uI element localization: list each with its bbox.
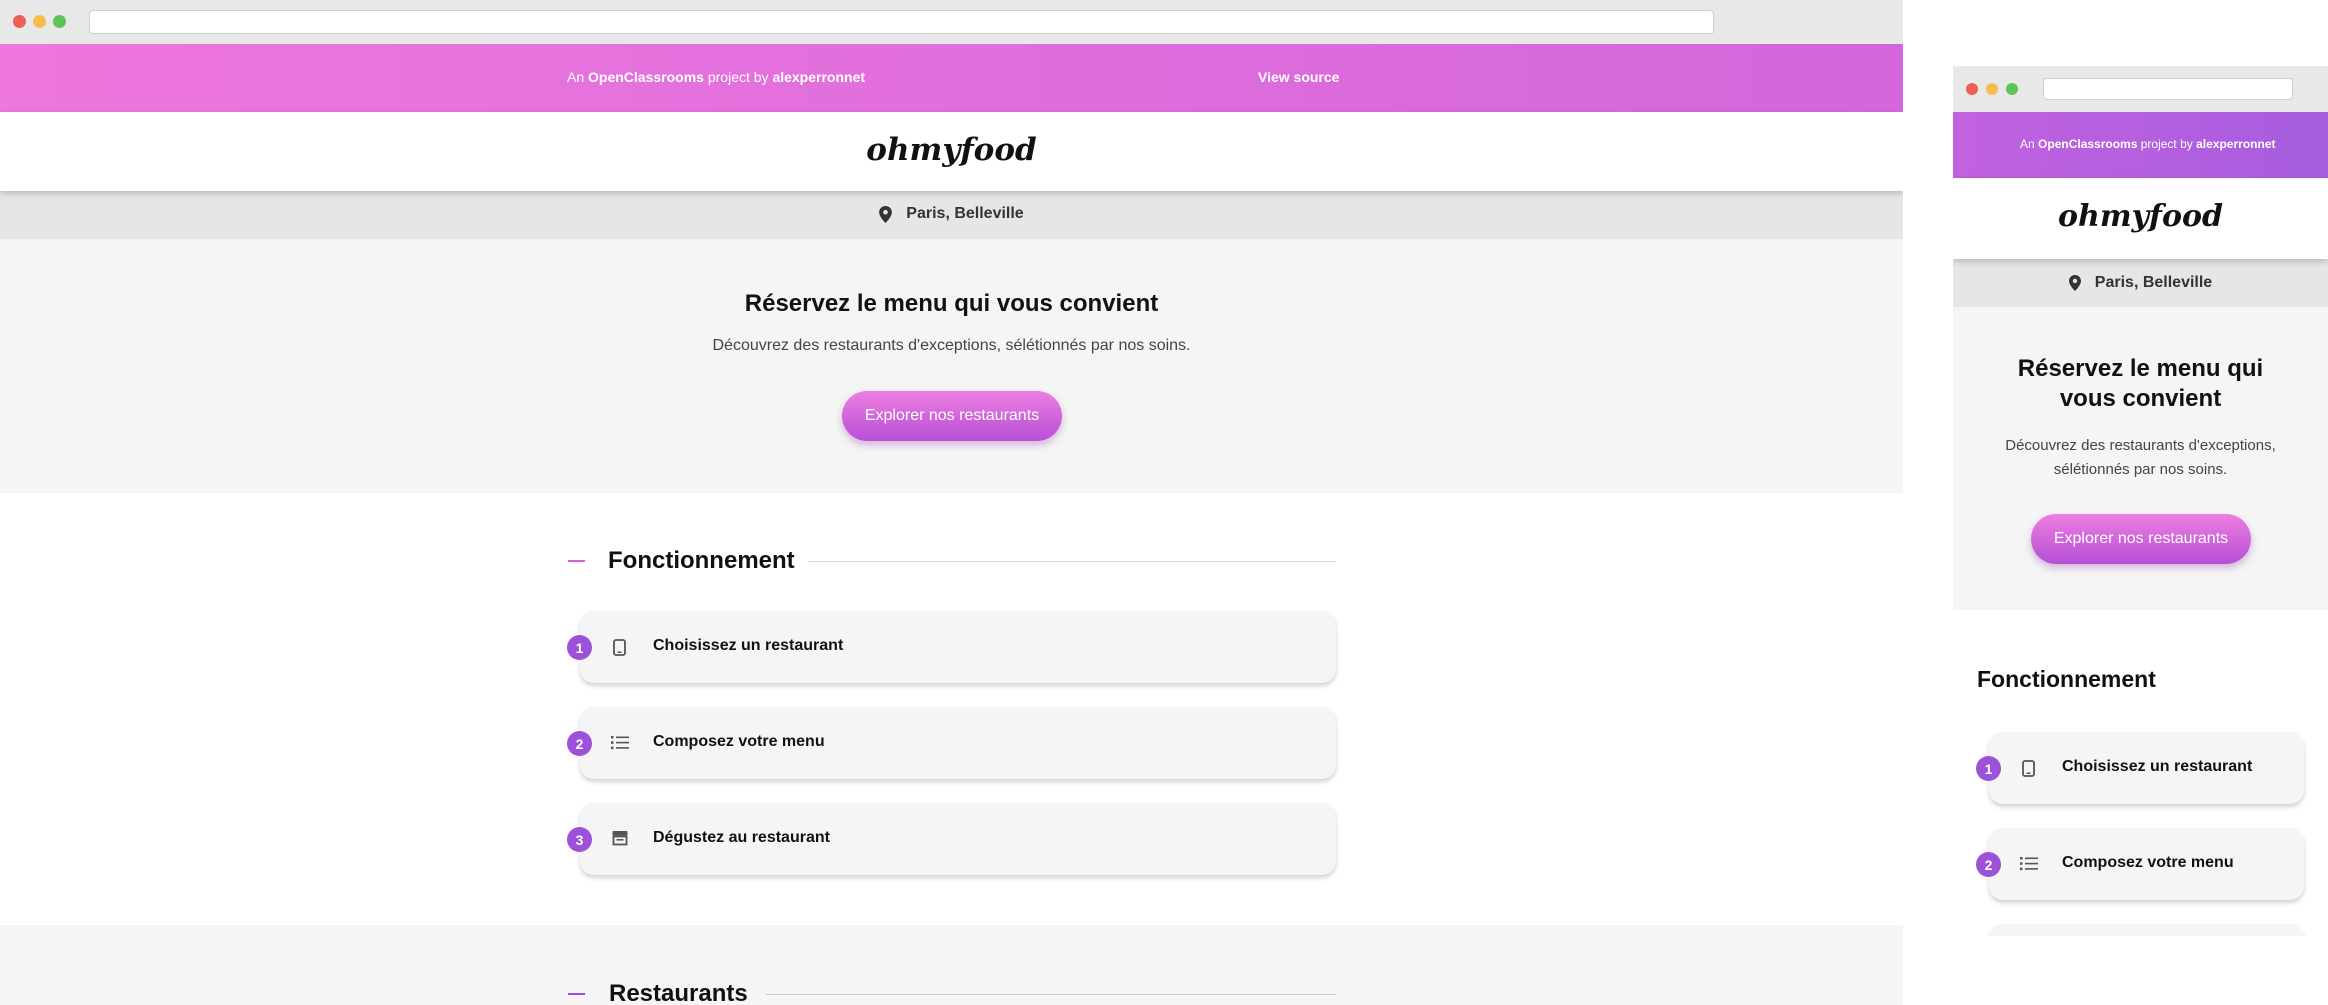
close-window-icon[interactable] xyxy=(1966,83,1978,95)
step-number-badge: 2 xyxy=(1976,852,2001,877)
step-label: Composez votre menu xyxy=(653,733,825,750)
step-card: Dégustez au restaurant xyxy=(580,803,1336,875)
explore-restaurants-button[interactable]: Explorer nos restaurants xyxy=(2031,514,2251,564)
credit-prefix: An xyxy=(567,69,585,85)
step-number-badge: 2 xyxy=(567,731,592,756)
restaurants-title: Restaurants xyxy=(609,980,748,1005)
site-header: ohmyfood xyxy=(1953,178,2328,259)
step-number-badge: 1 xyxy=(567,635,592,660)
map-pin-icon xyxy=(2068,275,2081,291)
view-source-link[interactable]: View source xyxy=(1258,69,1339,85)
project-credit: An OpenClassrooms project by alexperronn… xyxy=(567,69,865,85)
site-logo[interactable]: ohmyfood xyxy=(0,132,1903,168)
credit-middle: project by xyxy=(707,69,769,85)
credit-middle: project by xyxy=(2140,137,2193,151)
minimize-window-icon[interactable] xyxy=(1986,83,1998,95)
site-logo[interactable]: ohmyfood xyxy=(1953,199,2328,234)
step-label: Choisissez un restaurant xyxy=(653,637,844,654)
project-banner: An OpenClassrooms project by alexperronn… xyxy=(0,44,1903,112)
location-label: Paris, Belleville xyxy=(2094,274,2213,291)
site-header: ohmyfood xyxy=(0,112,1903,191)
browser-chrome xyxy=(0,0,1903,44)
openclassrooms-link[interactable]: OpenClassrooms xyxy=(2038,137,2137,151)
step-number-badge: 3 xyxy=(567,827,592,852)
step-card: Composez votre menu xyxy=(580,707,1336,779)
map-pin-icon xyxy=(879,205,893,223)
location-label: Paris, Belleville xyxy=(906,205,1024,222)
step-label: Choisissez un restaurant xyxy=(2062,758,2253,775)
openclassrooms-link[interactable]: OpenClassrooms xyxy=(588,69,704,85)
mobile-browser-window: An OpenClassrooms project by alexperronn… xyxy=(1953,66,2328,936)
close-window-icon[interactable] xyxy=(13,15,26,28)
hero-section: Réservez le menu qui vous convient Décou… xyxy=(1953,307,2328,610)
hero-title: Réservez le menu qui vous convient xyxy=(744,290,1159,317)
step-card xyxy=(1989,924,2304,936)
address-bar[interactable] xyxy=(2043,78,2293,100)
store-icon xyxy=(612,831,628,846)
author-link[interactable]: alexperronnet xyxy=(772,69,865,85)
hero-section: Réservez le menu qui vous convient Décou… xyxy=(0,239,1903,493)
explore-restaurants-button[interactable]: Explorer nos restaurants xyxy=(842,391,1062,441)
phone-icon xyxy=(2022,760,2035,777)
desktop-browser-window: An OpenClassrooms project by alexperronn… xyxy=(0,0,1903,1005)
step-label: Dégustez au restaurant xyxy=(653,829,830,846)
author-link[interactable]: alexperronnet xyxy=(2196,137,2275,151)
hero-subtitle: Découvrez des restaurants d'exceptions, … xyxy=(712,337,1191,354)
step-card: Composez votre menu xyxy=(1989,828,2304,900)
step-label: Composez votre menu xyxy=(2062,854,2234,871)
section-divider xyxy=(766,994,1336,995)
browser-chrome xyxy=(1953,66,2328,112)
maximize-window-icon[interactable] xyxy=(2006,83,2018,95)
step-number-badge: 1 xyxy=(1976,756,2001,781)
step-card: Choisissez un restaurant xyxy=(580,611,1336,683)
list-icon xyxy=(611,736,629,750)
maximize-window-icon[interactable] xyxy=(53,15,66,28)
list-icon xyxy=(2020,857,2038,871)
section-dash xyxy=(568,993,585,995)
location-bar: Paris, Belleville xyxy=(0,191,1903,239)
phone-icon xyxy=(613,639,626,656)
step-card: Choisissez un restaurant xyxy=(1989,732,2304,804)
project-banner: An OpenClassrooms project by alexperronn… xyxy=(1953,112,2328,178)
location-bar: Paris, Belleville xyxy=(1953,259,2328,307)
project-credit: An OpenClassrooms project by alexperronn… xyxy=(2020,137,2275,151)
address-bar[interactable] xyxy=(89,10,1714,34)
minimize-window-icon[interactable] xyxy=(33,15,46,28)
credit-prefix: An xyxy=(2020,137,2035,151)
section-dash xyxy=(568,560,585,562)
hero-subtitle: Découvrez des restaurants d'exceptions, … xyxy=(2005,437,2276,478)
restaurants-section: Restaurants xyxy=(0,925,1903,1005)
how-it-works-title: Fonctionnement xyxy=(608,547,795,574)
hero-title: Réservez le menu qui vous convient xyxy=(2017,355,2264,412)
section-divider xyxy=(808,561,1336,562)
how-it-works-title: Fonctionnement xyxy=(1977,666,2156,692)
